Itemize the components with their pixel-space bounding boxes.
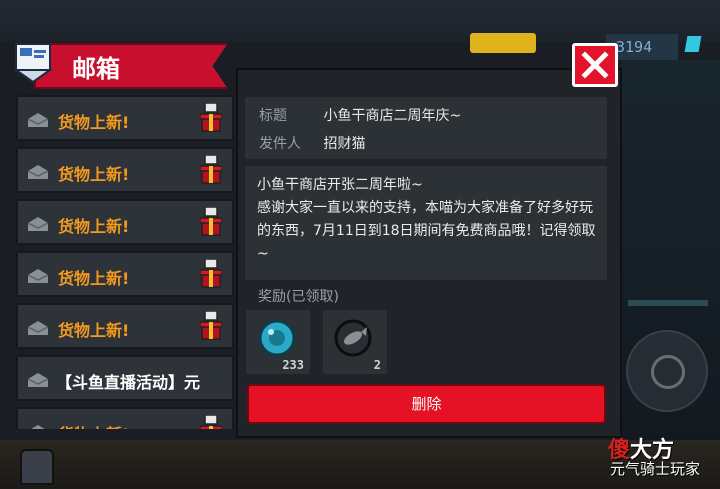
mail-item-label: 货物上新! — [58, 113, 130, 132]
reward-slot-1[interactable]: 233 — [246, 310, 310, 374]
aim-joystick-icon[interactable] — [626, 330, 708, 412]
mail-envelope-icon — [14, 43, 54, 84]
envelope-icon — [28, 113, 48, 127]
gift-box-icon — [200, 415, 222, 429]
bottom-caption: 元气骑士玩家 — [610, 460, 701, 478]
mail-item-label: 【斗鱼直播活动】元 — [56, 373, 201, 392]
mail-list-item[interactable]: 货物上新! — [16, 251, 234, 297]
hero-avatar — [20, 449, 54, 485]
gift-box-icon — [200, 207, 222, 236]
message-text: 小鱼干商店开张二周年啦~ 感谢大家一直以来的支持，本喵为大家准备了好多好玩的东西… — [257, 177, 596, 262]
mail-item-label: 货物上新! — [58, 165, 130, 184]
envelope-icon — [28, 321, 48, 335]
mail-info-box: 标题 小鱼干商店二周年庆~ 发件人 招财猫 — [245, 97, 607, 159]
game-scene-shelf — [628, 300, 708, 306]
message-fade — [245, 266, 607, 280]
sender-label: 发件人 — [259, 136, 301, 152]
title-value: 小鱼干商店二周年庆~ — [323, 108, 462, 124]
sender-row: 发件人 招财猫 — [259, 133, 365, 153]
mail-list-item[interactable]: 货物上新! — [16, 407, 234, 429]
gem-icon — [684, 36, 702, 52]
envelope-icon — [28, 217, 48, 231]
mail-item-label: 货物上新! — [58, 321, 130, 340]
mail-item-label: 货物上新! — [58, 217, 130, 236]
mail-list-item[interactable]: 货物上新! — [16, 95, 234, 141]
envelope-icon — [28, 373, 48, 387]
rewards-label: 奖励(已领取) — [258, 289, 339, 305]
mail-item-label: 货物上新! — [58, 421, 129, 429]
close-button[interactable] — [572, 43, 618, 87]
mail-item-label: 货物上新! — [58, 269, 130, 288]
delete-button[interactable]: 删除 — [247, 384, 606, 424]
sender-value: 招财猫 — [323, 136, 366, 152]
reward-quantity: 2 — [373, 358, 381, 372]
mail-list[interactable]: 货物上新!货物上新!货物上新!货物上新!货物上新!【斗鱼直播活动】元货物上新! — [16, 95, 236, 429]
message-box[interactable]: 小鱼干商店开张二周年啦~ 感谢大家一直以来的支持，本喵为大家准备了好多好玩的东西… — [245, 166, 607, 280]
envelope-icon — [28, 269, 48, 283]
mail-list-item[interactable]: 【斗鱼直播活动】元 — [16, 355, 234, 401]
mail-list-item[interactable]: 货物上新! — [16, 199, 234, 245]
mailbox-title: 邮箱 — [72, 55, 120, 83]
gift-box-icon — [200, 311, 222, 340]
mail-list-item[interactable]: 货物上新! — [16, 147, 234, 193]
envelope-icon — [31, 425, 45, 429]
coin-indicator — [470, 33, 536, 53]
gift-box-icon — [200, 155, 222, 184]
close-icon — [581, 51, 609, 79]
gift-box-icon — [200, 259, 222, 288]
title-label: 标题 — [259, 108, 287, 124]
reward-quantity: 233 — [282, 358, 304, 372]
mailbox-header: 邮箱 — [14, 40, 236, 90]
reward-slot-2[interactable]: 2 — [323, 310, 387, 374]
gift-box-icon — [200, 103, 222, 132]
header-banner — [34, 43, 228, 89]
mail-list-item[interactable]: 货物上新! — [16, 303, 234, 349]
title-row: 标题 小鱼干商店二周年庆~ — [259, 105, 461, 125]
envelope-icon — [28, 165, 48, 179]
